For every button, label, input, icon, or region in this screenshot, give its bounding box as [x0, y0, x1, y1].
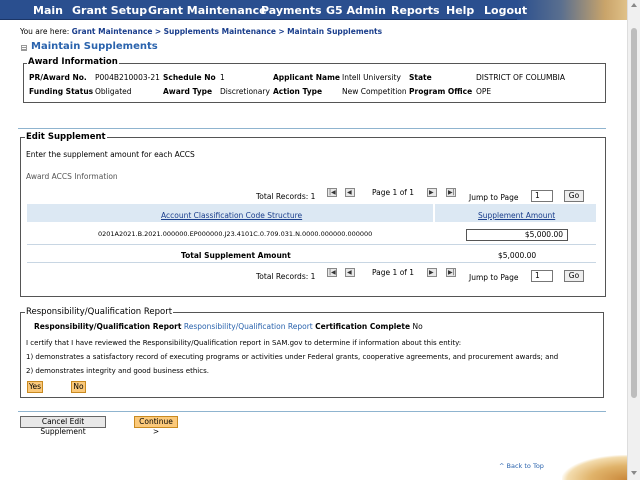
first-page-icon[interactable]: |◀ — [327, 188, 337, 197]
certify-item-1: 1) demonstrates a satisfactory record of… — [26, 353, 559, 361]
cancel-edit-supplement-button[interactable]: Cancel Edit Supplement — [20, 416, 106, 436]
breadcrumb-supplements-maintenance[interactable]: Supplements Maintenance — [164, 27, 276, 36]
section-divider — [18, 411, 606, 412]
total-supplement-value: $5,000.00 — [498, 251, 537, 260]
nav-g5-admin[interactable]: G5 Admin — [326, 4, 386, 17]
breadcrumb-prefix: You are here: — [20, 27, 70, 36]
responsibility-label: Responsibility/Qualification Report — [34, 322, 182, 331]
jump-to-page-input[interactable]: 1 — [531, 190, 553, 202]
last-page-icon[interactable]: ▶| — [446, 188, 456, 197]
responsibility-report-link[interactable]: Responsibility/Qualification Report — [184, 322, 313, 331]
page-info: Page 1 of 1 — [372, 188, 415, 197]
funding-status-label: Funding Status — [29, 87, 94, 96]
breadcrumb-grant-maintenance[interactable]: Grant Maintenance — [72, 27, 153, 36]
award-information-legend: Award Information — [27, 57, 119, 67]
back-to-top-link[interactable]: ^ Back to Top — [499, 462, 544, 470]
nav-logout[interactable]: Logout — [484, 4, 527, 17]
row-divider — [27, 244, 596, 245]
breadcrumb-maintain-supplements[interactable]: Maintain Supplements — [287, 27, 382, 36]
jump-to-page-label: Jump to Page — [469, 193, 519, 202]
next-page-icon[interactable]: ▶ — [427, 188, 437, 197]
continue-button[interactable]: Continue > — [134, 416, 178, 436]
scroll-down-arrow-icon[interactable] — [631, 471, 637, 475]
no-button[interactable]: No — [71, 381, 86, 393]
state-value: DISTRICT OF COLUMBIA — [476, 73, 565, 82]
award-type-value: Discretionary — [220, 87, 270, 96]
amount-column-sort-link[interactable]: Supplement Amount — [478, 211, 555, 220]
nav-help[interactable]: Help — [446, 4, 474, 17]
edit-supplement-instruction: Enter the supplement amount for each ACC… — [26, 150, 195, 159]
breadcrumb-separator: > — [278, 27, 285, 36]
responsibility-legend: Responsibility/Qualification Report — [25, 307, 174, 317]
page-title: Maintain Supplements — [31, 41, 158, 52]
schedule-label: Schedule No — [163, 73, 216, 82]
pr-award-value: P004B210003-21 — [95, 73, 160, 82]
certification-value: No — [412, 322, 423, 331]
accs-code-value: 0201A2021.B.2021.000000.EP000000.J23.410… — [98, 230, 373, 238]
vertical-scrollbar[interactable] — [627, 0, 640, 480]
funding-status-value: Obligated — [95, 87, 132, 96]
first-page-icon[interactable]: |◀ — [327, 268, 337, 277]
go-button[interactable]: Go — [564, 190, 584, 202]
nav-grant-maintenance[interactable]: Grant Maintenance — [148, 4, 267, 17]
footer-decoration — [562, 455, 627, 480]
nav-main[interactable]: Main — [33, 4, 63, 17]
award-accs-section-label: Award ACCS Information — [26, 172, 118, 181]
page-title-icon — [21, 45, 27, 51]
accs-column-sort-link[interactable]: Account Classification Code Structure — [161, 211, 302, 220]
certify-item-2: 2) demonstrates integrity and good busin… — [26, 367, 209, 375]
go-button-bottom[interactable]: Go — [564, 270, 584, 282]
scroll-thumb[interactable] — [631, 28, 637, 398]
pr-award-label: PR/Award No. — [29, 73, 87, 82]
nav-payments[interactable]: Payments — [261, 4, 322, 17]
total-records-label-bottom: Total Records: 1 — [256, 272, 316, 281]
supplement-amount-input[interactable]: $5,000.00 — [466, 229, 568, 241]
breadcrumb-separator: > — [154, 27, 162, 36]
program-office-value: OPE — [476, 87, 492, 96]
certification-label: Certification Complete — [315, 322, 411, 331]
breadcrumb: You are here: Grant Maintenance > Supple… — [20, 27, 382, 36]
action-type-label: Action Type — [273, 87, 323, 96]
applicant-label: Applicant Name — [273, 73, 340, 82]
certify-text: I certify that I have reviewed the Respo… — [26, 339, 462, 347]
prev-page-icon[interactable]: ◀ — [345, 268, 355, 277]
row-divider — [27, 262, 596, 263]
scroll-up-arrow-icon[interactable] — [631, 3, 637, 7]
total-supplement-label: Total Supplement Amount — [181, 251, 291, 260]
total-records-label: Total Records: 1 — [256, 192, 316, 201]
yes-button[interactable]: Yes — [27, 381, 43, 393]
last-page-icon[interactable]: ▶| — [446, 268, 456, 277]
action-type-value: New Competition — [342, 87, 407, 96]
nav-reports[interactable]: Reports — [391, 4, 440, 17]
top-navigation-bar: Main Grant Setup Grant Maintenance Payme… — [0, 0, 627, 20]
schedule-value: 1 — [220, 73, 225, 82]
section-divider — [18, 128, 606, 129]
applicant-value: Intell University — [342, 73, 401, 82]
header-decoration — [517, 0, 627, 20]
prev-page-icon[interactable]: ◀ — [345, 188, 355, 197]
edit-supplement-legend: Edit Supplement — [25, 132, 107, 142]
state-label: State — [409, 73, 432, 82]
jump-to-page-input-bottom[interactable]: 1 — [531, 270, 553, 282]
page-info-bottom: Page 1 of 1 — [372, 268, 415, 277]
nav-grant-setup[interactable]: Grant Setup — [72, 4, 147, 17]
jump-to-page-label-bottom: Jump to Page — [469, 273, 519, 282]
next-page-icon[interactable]: ▶ — [427, 268, 437, 277]
award-type-label: Award Type — [163, 87, 213, 96]
program-office-label: Program Office — [409, 87, 473, 96]
responsibility-status-line: Responsibility/Qualification Report Resp… — [34, 322, 423, 331]
award-information-panel — [23, 63, 606, 103]
